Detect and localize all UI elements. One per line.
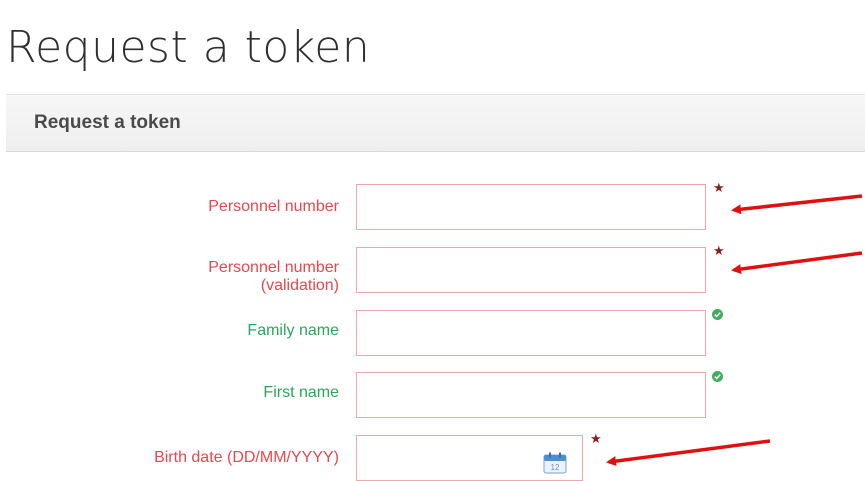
personnel-number-label: Personnel number <box>208 198 339 215</box>
panel-header: Request a token <box>6 94 865 152</box>
annotation-arrow-personnel-number-validation <box>731 251 863 275</box>
check-circle-icon <box>712 371 723 382</box>
personnel-number-validation-label-line2: (validation) <box>260 277 339 294</box>
first-name-input[interactable] <box>356 372 706 418</box>
personnel-number-validation-input[interactable] <box>356 247 706 293</box>
personnel-number-validation-label: Personnel number (validation) <box>208 259 339 295</box>
calendar-day-text: 12 <box>551 463 560 472</box>
required-star-icon: ★ <box>590 431 602 446</box>
annotation-arrow-birth-date <box>606 439 771 467</box>
personnel-number-input[interactable] <box>356 184 706 230</box>
calendar-icon[interactable]: 12 <box>541 451 569 475</box>
required-star-icon: ★ <box>713 180 725 195</box>
first-name-label: First name <box>263 384 339 401</box>
family-name-input[interactable] <box>356 310 706 356</box>
check-circle-icon <box>712 309 723 320</box>
page-title: Request a token <box>6 22 371 73</box>
family-name-label: Family name <box>247 322 339 339</box>
panel-title: Request a token <box>34 112 181 133</box>
birth-date-label: Birth date (DD/MM/YYYY) <box>154 449 339 466</box>
required-star-icon: ★ <box>713 243 725 258</box>
annotation-arrow-personnel-number <box>731 194 863 215</box>
personnel-number-validation-label-line1: Personnel number <box>208 259 339 276</box>
